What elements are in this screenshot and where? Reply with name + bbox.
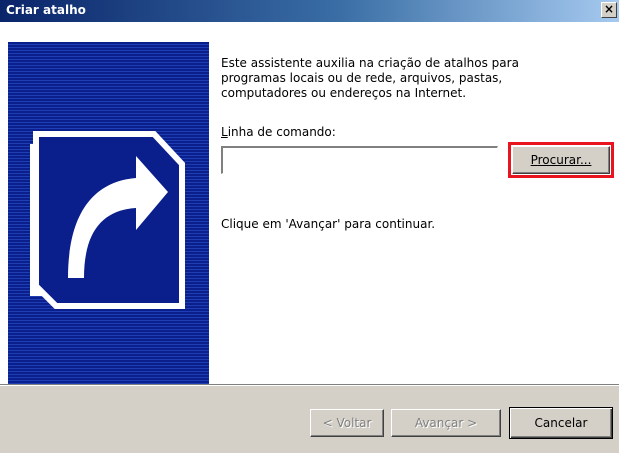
command-line-input[interactable] — [221, 146, 498, 174]
wizard-banner — [8, 42, 209, 384]
back-button[interactable]: < Voltar — [310, 409, 384, 437]
continue-hint: Clique em 'Avançar' para continuar. — [221, 217, 436, 231]
browse-button-label: rocurar... — [537, 153, 592, 167]
cancel-button[interactable]: Cancelar — [509, 407, 613, 439]
shortcut-arrow-icon — [30, 131, 185, 309]
title-bar[interactable]: Criar atalho × — [0, 0, 619, 22]
wizard-description: Este assistente auxilia na criação de at… — [221, 56, 519, 100]
browse-button[interactable]: Procurar... — [512, 146, 610, 174]
command-line-label-text: inha de comando: — [227, 125, 336, 139]
close-button[interactable]: × — [601, 2, 617, 18]
footer-separator — [0, 384, 619, 386]
command-line-label: Linha de comando: — [221, 125, 336, 139]
browse-button-first-letter: P — [530, 153, 538, 167]
close-icon: × — [603, 2, 615, 16]
window-title: Criar atalho — [6, 3, 86, 17]
next-button[interactable]: Avançar > — [391, 409, 501, 437]
